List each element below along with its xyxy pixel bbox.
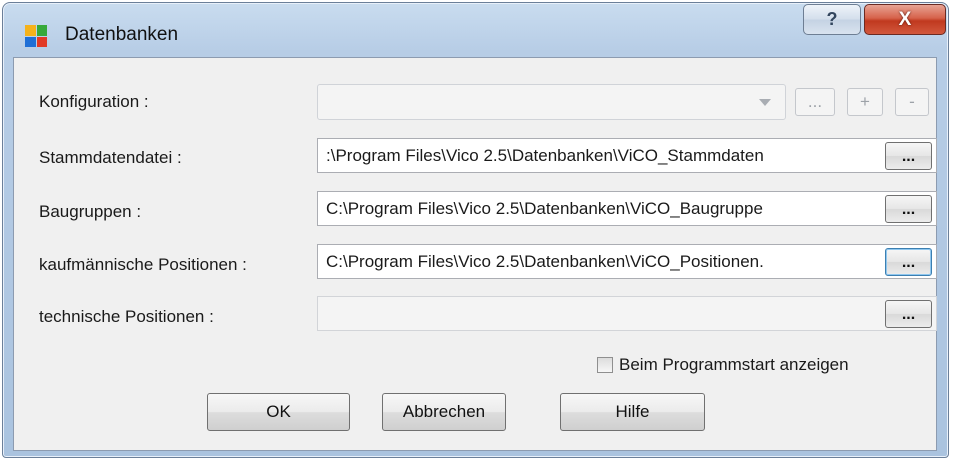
technische-positionen-browse-button[interactable]: ... <box>885 300 932 328</box>
dialog-window: Datenbanken ? X Konfiguration : ... + - … <box>2 2 949 458</box>
kaufmaennische-positionen-field[interactable]: C:\Program Files\Vico 2.5\Datenbanken\Vi… <box>317 244 937 279</box>
window-title: Datenbanken <box>65 24 179 45</box>
title-bar[interactable]: Datenbanken ? X <box>3 3 948 57</box>
cancel-button[interactable]: Abbrechen <box>382 393 506 431</box>
baugruppen-field[interactable]: C:\Program Files\Vico 2.5\Datenbanken\Vi… <box>317 191 937 226</box>
help-title-button[interactable]: ? <box>803 4 861 35</box>
close-button[interactable]: X <box>864 4 946 35</box>
show-on-start-option[interactable]: Beim Programmstart anzeigen <box>597 355 849 375</box>
show-on-start-label: Beim Programmstart anzeigen <box>619 355 849 374</box>
show-on-start-checkbox[interactable] <box>597 357 613 373</box>
stammdatendatei-browse-button[interactable]: ... <box>885 142 932 170</box>
dialog-body: Konfiguration : ... + - Stammdatendatei … <box>13 57 937 451</box>
baugruppen-path: C:\Program Files\Vico 2.5\Datenbanken\Vi… <box>326 199 763 218</box>
konfiguration-add-button[interactable]: + <box>847 88 883 116</box>
technische-positionen-label: technische Positionen : <box>39 307 214 326</box>
ok-button[interactable]: OK <box>207 393 350 431</box>
stammdatendatei-path: :\Program Files\Vico 2.5\Datenbanken\ViC… <box>326 146 764 165</box>
stammdatendatei-field[interactable]: :\Program Files\Vico 2.5\Datenbanken\ViC… <box>317 138 937 173</box>
konfiguration-label: Konfiguration : <box>39 92 149 111</box>
konfiguration-combo[interactable] <box>317 84 786 120</box>
kaufmaennische-positionen-label: kaufmännische Positionen : <box>39 255 247 274</box>
baugruppen-label: Baugruppen : <box>39 202 142 221</box>
stammdatendatei-label: Stammdatendatei : <box>39 148 182 167</box>
app-icon <box>25 25 47 47</box>
chevron-down-icon <box>759 99 771 106</box>
baugruppen-browse-button[interactable]: ... <box>885 195 932 223</box>
kaufmaennische-positionen-path: C:\Program Files\Vico 2.5\Datenbanken\Vi… <box>326 252 764 271</box>
technische-positionen-field[interactable]: ... <box>317 296 937 331</box>
kaufmaennische-positionen-browse-button[interactable]: ... <box>885 248 932 276</box>
help-button[interactable]: Hilfe <box>560 393 705 431</box>
konfiguration-browse-button[interactable]: ... <box>795 88 835 116</box>
konfiguration-remove-button[interactable]: - <box>895 88 929 116</box>
